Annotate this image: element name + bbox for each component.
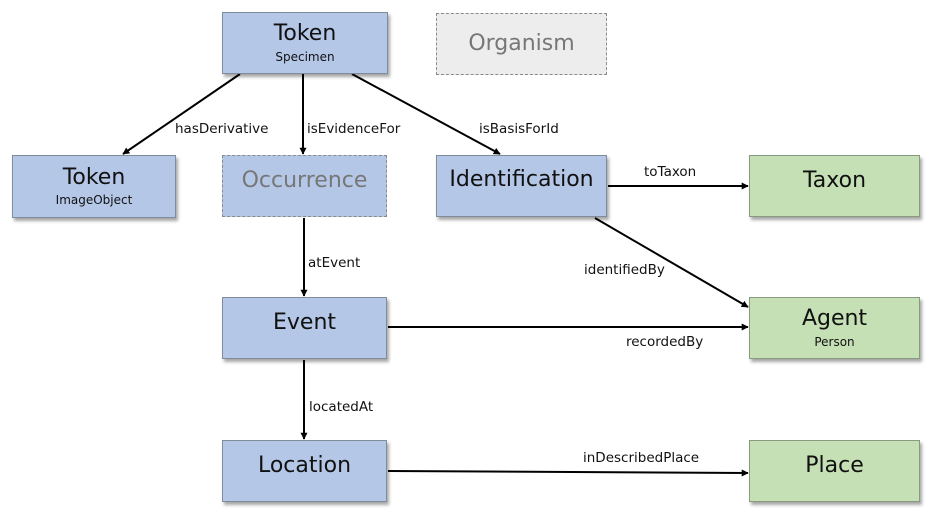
edge-label-at-event: atEvent <box>308 255 361 271</box>
node-location[interactable]: Location <box>222 440 387 502</box>
edge-is-basis-for-id <box>351 73 501 155</box>
edge-label-has-derivative: hasDerivative <box>175 121 269 137</box>
node-title: Location <box>257 453 352 478</box>
node-identification[interactable]: Identification <box>436 155 607 217</box>
edge-label-is-basis-for-id: isBasisForId <box>479 121 559 137</box>
edge-label-to-taxon: toTaxon <box>644 164 697 180</box>
node-event[interactable]: Event <box>222 297 387 359</box>
node-subtitle: ImageObject <box>55 193 133 207</box>
edge-label-recorded-by: recordedBy <box>626 334 704 350</box>
node-token-specimen[interactable]: Token Specimen <box>222 12 388 74</box>
node-title: Taxon <box>802 168 867 193</box>
node-agent[interactable]: Agent Person <box>749 297 920 359</box>
node-organism[interactable]: Organism <box>436 13 607 75</box>
node-taxon[interactable]: Taxon <box>749 155 920 217</box>
node-token-imageobject[interactable]: Token ImageObject <box>12 155 176 218</box>
edge-in-described-place <box>387 469 749 477</box>
node-subtitle: Specimen <box>275 49 335 64</box>
node-title: Token <box>273 21 337 47</box>
node-title: Token <box>62 164 126 190</box>
node-title: Identification <box>449 167 594 192</box>
node-title: Occurrence <box>241 168 368 193</box>
node-title: Place <box>805 453 864 478</box>
node-occurrence[interactable]: Occurrence <box>222 155 387 217</box>
node-subtitle: Person <box>814 334 855 349</box>
node-title: Agent <box>801 306 868 332</box>
edge-label-is-evidence-for: isEvidenceFor <box>307 121 401 137</box>
edge-label-located-at: locatedAt <box>309 399 374 415</box>
node-place[interactable]: Place <box>749 440 920 502</box>
edge-label-in-described-place: inDescribedPlace <box>583 450 700 466</box>
node-title: Organism <box>468 30 575 56</box>
edge-label-identified-by: identifiedBy <box>584 262 665 278</box>
node-title: Event <box>272 310 337 335</box>
edge-has-derivative <box>122 73 241 155</box>
